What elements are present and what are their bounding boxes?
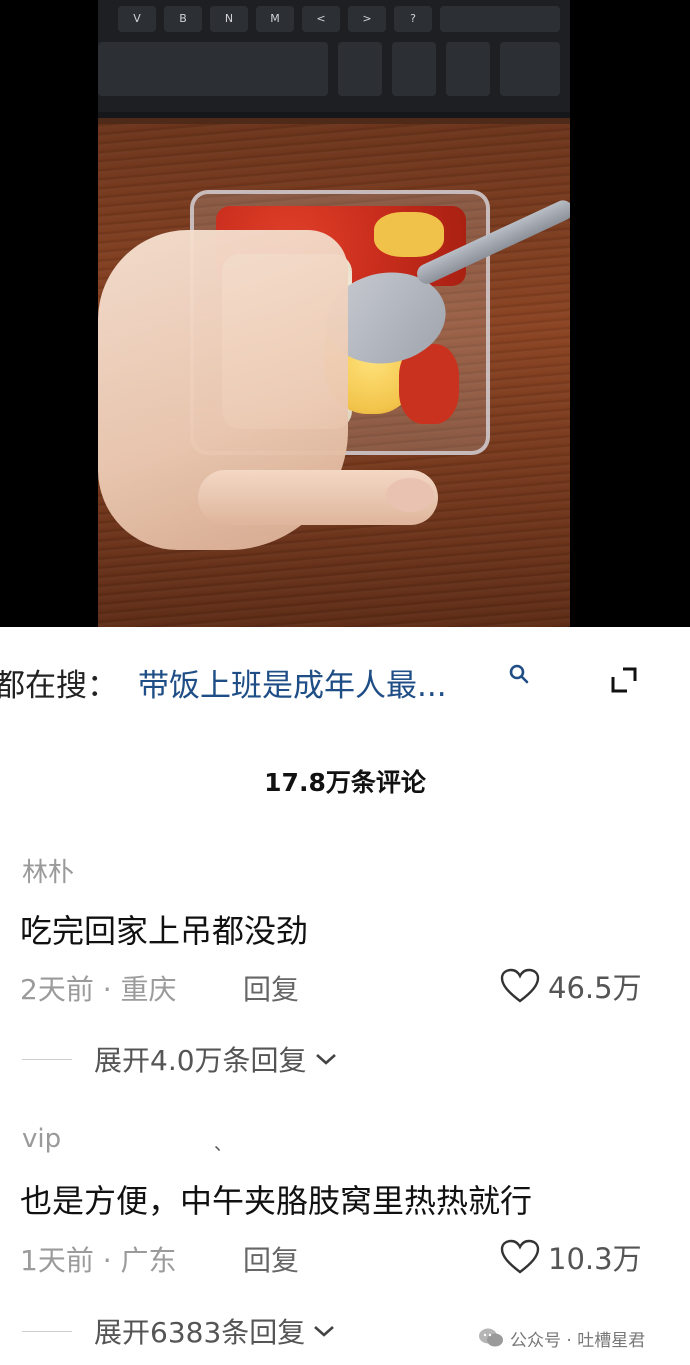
- search-suggestion-bar[interactable]: 都在搜： 带饭上班是成年人最...: [0, 650, 690, 712]
- egg: [374, 212, 444, 257]
- video-frame: V B N M < > ?: [98, 0, 570, 627]
- keycap: >: [348, 6, 386, 32]
- chevron-down-icon: [314, 1326, 335, 1337]
- keyboard-image: V B N M < > ?: [98, 0, 570, 118]
- video-player[interactable]: V B N M < > ?: [0, 0, 690, 627]
- keycap: [500, 42, 560, 96]
- keycap: N: [210, 6, 248, 32]
- fullscreen-icon[interactable]: [609, 665, 639, 695]
- keycap: <: [302, 6, 340, 32]
- wechat-icon: [479, 1328, 503, 1347]
- watermark: 公众号 · 吐槽星君: [478, 1325, 645, 1351]
- expand-replies-label: 展开6383条回复: [94, 1316, 306, 1349]
- keycap: ?: [394, 6, 432, 32]
- like-count: 46.5万: [548, 971, 642, 1005]
- chevron-down-icon: [315, 1054, 336, 1065]
- keycap: V: [118, 6, 156, 32]
- keycap: [446, 42, 490, 96]
- watermark-text: 公众号 · 吐槽星君: [510, 1330, 646, 1351]
- search-prefix-label: 都在搜：: [0, 668, 118, 704]
- like-button[interactable]: 46.5万: [500, 966, 642, 1006]
- thumbnail-nail: [386, 478, 434, 512]
- like-count: 10.3万: [548, 1242, 642, 1276]
- search-icon[interactable]: [508, 663, 530, 685]
- keycap: [338, 42, 382, 96]
- divider: [22, 1330, 72, 1332]
- expand-replies-button[interactable]: 展开6383条回复: [22, 1313, 335, 1349]
- divider: [22, 1058, 72, 1060]
- comment-username[interactable]: vip: [22, 1124, 61, 1154]
- like-button[interactable]: 10.3万: [500, 1237, 642, 1277]
- comment-username[interactable]: 林朴: [22, 852, 74, 889]
- comment-meta: 2天前 · 重庆: [20, 973, 177, 1006]
- comment-text: 也是方便，中午夹胳肢窝里热热就行: [20, 1182, 533, 1220]
- comment-count-title: 17.8万条评论: [264, 768, 426, 797]
- reply-button[interactable]: 回复: [243, 968, 299, 1008]
- comment-meta: 1天前 · 广东: [20, 1244, 177, 1277]
- search-suggestion-link[interactable]: 带饭上班是成年人最...: [138, 660, 447, 705]
- comment-text: 吃完回家上吊都没劲: [20, 912, 309, 950]
- keycap: B: [164, 6, 202, 32]
- keycap: M: [256, 6, 294, 32]
- heart-icon: [500, 1239, 540, 1274]
- expand-replies-label: 展开4.0万条回复: [94, 1044, 307, 1077]
- expand-replies-button[interactable]: 展开4.0万条回复: [22, 1041, 337, 1077]
- keycap: [440, 6, 560, 32]
- username-mark: 、: [214, 1134, 232, 1155]
- heart-icon: [500, 968, 540, 1003]
- spacebar-key: [98, 42, 328, 96]
- reply-button[interactable]: 回复: [243, 1239, 299, 1279]
- keycap: [392, 42, 436, 96]
